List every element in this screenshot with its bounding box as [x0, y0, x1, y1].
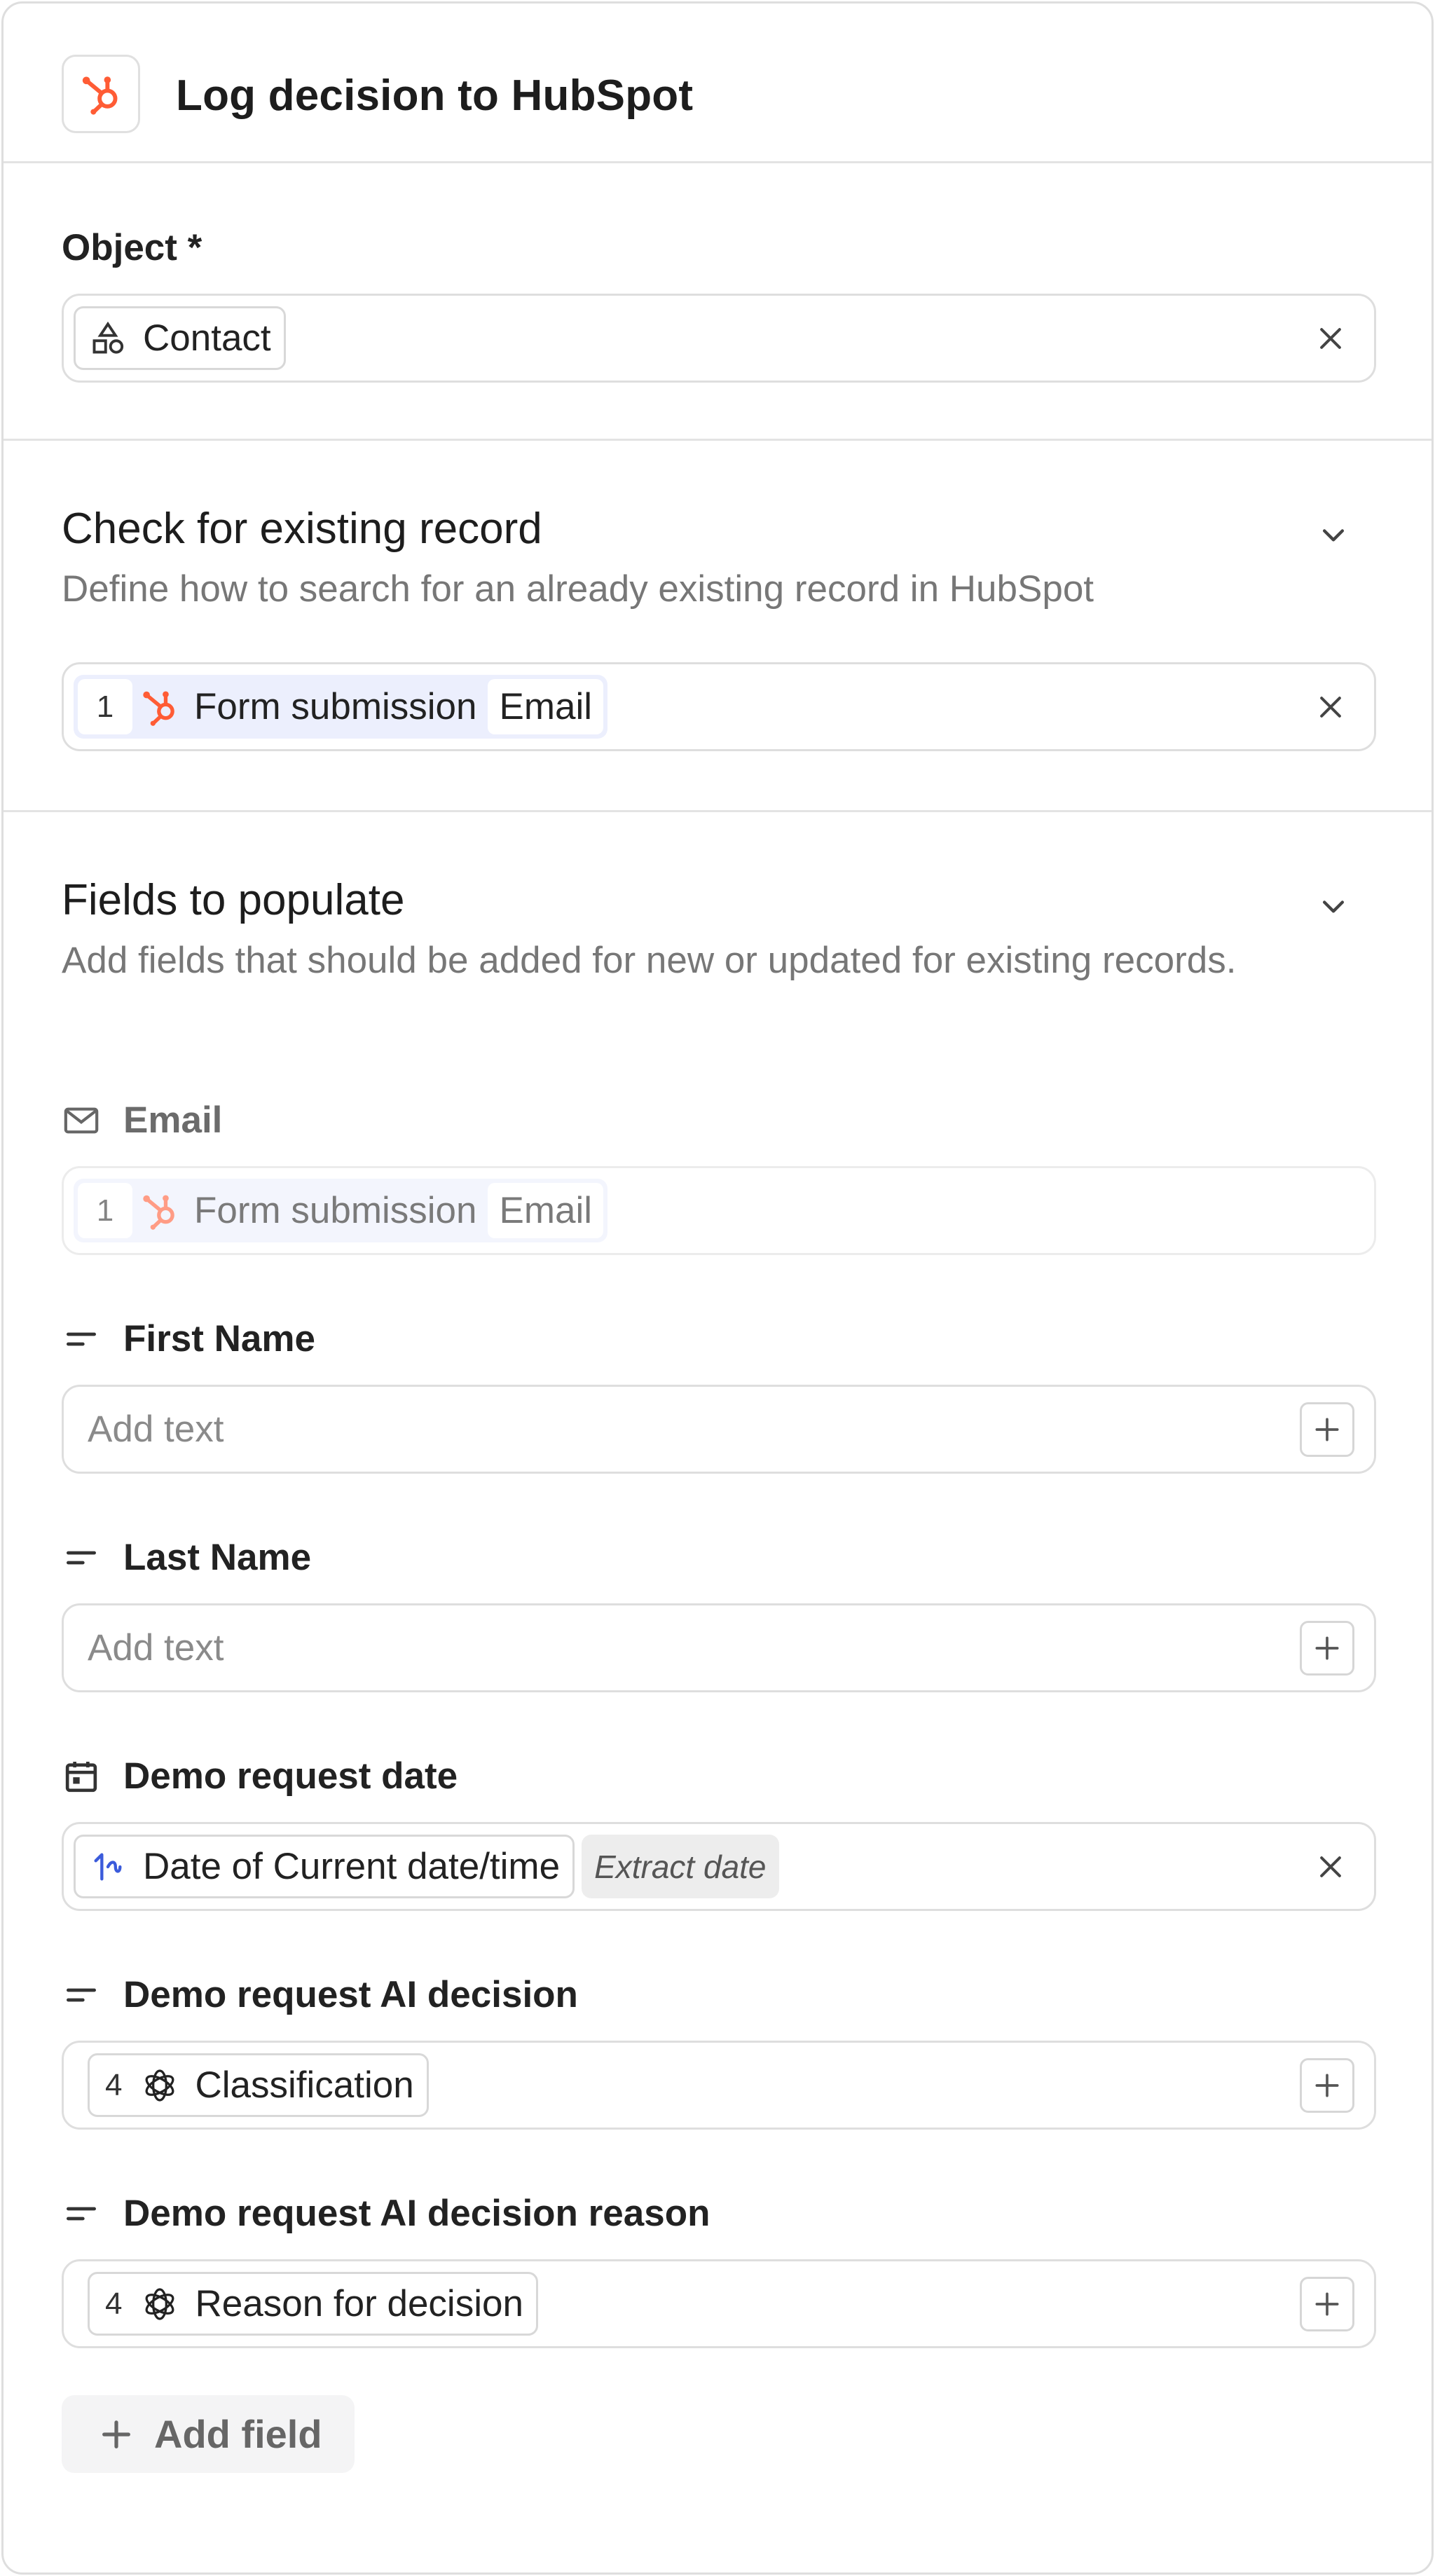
text-icon: [62, 1320, 101, 1359]
text-icon: [62, 2194, 101, 2233]
add-field-button[interactable]: Add field: [62, 2395, 355, 2473]
ai-decision-reason-field[interactable]: 4 Reason for decision: [62, 2259, 1376, 2348]
field-label-first-name: First Name: [62, 1317, 315, 1360]
clear-match-icon[interactable]: [1311, 687, 1350, 727]
check-existing-section: Check for existing record Define how to …: [4, 441, 1431, 812]
formatter-icon: [88, 1847, 128, 1886]
ref-field: Email: [488, 679, 604, 734]
field-label-ai-decision-reason: Demo request AI decision reason: [62, 2192, 710, 2235]
mail-icon: [62, 1101, 101, 1140]
email-field: 1 Form submission Email: [62, 1166, 1376, 1255]
reason-label: Reason for decision: [195, 2283, 523, 2324]
object-value: Contact: [143, 317, 271, 359]
openai-icon: [140, 2066, 179, 2105]
form-submission-email-ref: 1 Form submission Email: [74, 1179, 608, 1242]
step-number: 1: [78, 1183, 132, 1238]
demo-request-date-field[interactable]: Date of Current date/time Extract date: [62, 1822, 1376, 1911]
chevron-down-icon[interactable]: [1312, 885, 1354, 927]
add-variable-button[interactable]: [1300, 2276, 1354, 2331]
form-submission-email-ref[interactable]: 1 Form submission Email: [74, 675, 608, 739]
fields-title: Fields to populate: [62, 876, 405, 924]
text-icon: [62, 1975, 101, 2015]
add-variable-button[interactable]: [1300, 2057, 1354, 2113]
extract-date-tag: Extract date: [582, 1835, 779, 1898]
field-label-email: Email: [62, 1099, 222, 1142]
step-number: 1: [78, 679, 132, 734]
ref-field: Email: [488, 1183, 604, 1238]
object-chip[interactable]: Contact: [74, 306, 286, 370]
date-chip[interactable]: Date of Current date/time: [74, 1835, 575, 1898]
panel-title: Log decision to HubSpot: [176, 71, 694, 120]
hubspot-icon: [132, 1183, 187, 1238]
reason-chip[interactable]: 4 Reason for decision: [88, 2272, 538, 2336]
classification-label: Classification: [195, 2064, 414, 2106]
add-variable-button[interactable]: [1300, 1620, 1354, 1676]
check-existing-description: Define how to search for an already exis…: [62, 568, 1094, 610]
clear-date-icon[interactable]: [1311, 1847, 1350, 1886]
field-label-ai-decision: Demo request AI decision: [62, 1973, 578, 2016]
clear-object-icon[interactable]: [1311, 319, 1350, 358]
hubspot-action-panel: Log decision to HubSpot Object * Contact: [1, 1, 1434, 2575]
date-chip-label: Date of Current date/time: [143, 1846, 561, 1887]
add-variable-button[interactable]: [1300, 1402, 1354, 1457]
openai-icon: [140, 2284, 179, 2324]
field-label-last-name: Last Name: [62, 1536, 311, 1579]
first-name-input[interactable]: Add text: [62, 1385, 1376, 1474]
field-label-demo-request-date: Demo request date: [62, 1755, 458, 1797]
object-select[interactable]: Contact: [62, 294, 1376, 383]
add-field-label: Add field: [154, 2412, 322, 2456]
check-existing-title: Check for existing record: [62, 505, 542, 553]
shapes-icon: [88, 319, 128, 358]
ref-source: Form submission: [194, 1190, 477, 1231]
plus-icon: [95, 2413, 137, 2455]
hubspot-icon: [62, 55, 140, 133]
ai-decision-field[interactable]: 4 Classification: [62, 2041, 1376, 2130]
object-section: Object * Contact: [4, 163, 1431, 441]
calendar-icon: [62, 1757, 101, 1796]
text-icon: [62, 1538, 101, 1577]
object-label: Object *: [62, 227, 202, 268]
step-number: 4: [105, 2286, 123, 2321]
classification-chip[interactable]: 4 Classification: [88, 2053, 429, 2117]
ref-source: Form submission: [194, 686, 477, 727]
fields-description: Add fields that should be added for new …: [62, 940, 1237, 981]
hubspot-icon: [132, 679, 187, 734]
chevron-down-icon[interactable]: [1312, 514, 1354, 556]
panel-header: Log decision to HubSpot: [4, 4, 1431, 163]
last-name-input[interactable]: Add text: [62, 1603, 1376, 1692]
last-name-placeholder: Add text: [88, 1627, 224, 1669]
existing-record-match-field[interactable]: 1 Form submission Email: [62, 662, 1376, 751]
first-name-placeholder: Add text: [88, 1409, 224, 1450]
step-number: 4: [105, 2067, 123, 2102]
